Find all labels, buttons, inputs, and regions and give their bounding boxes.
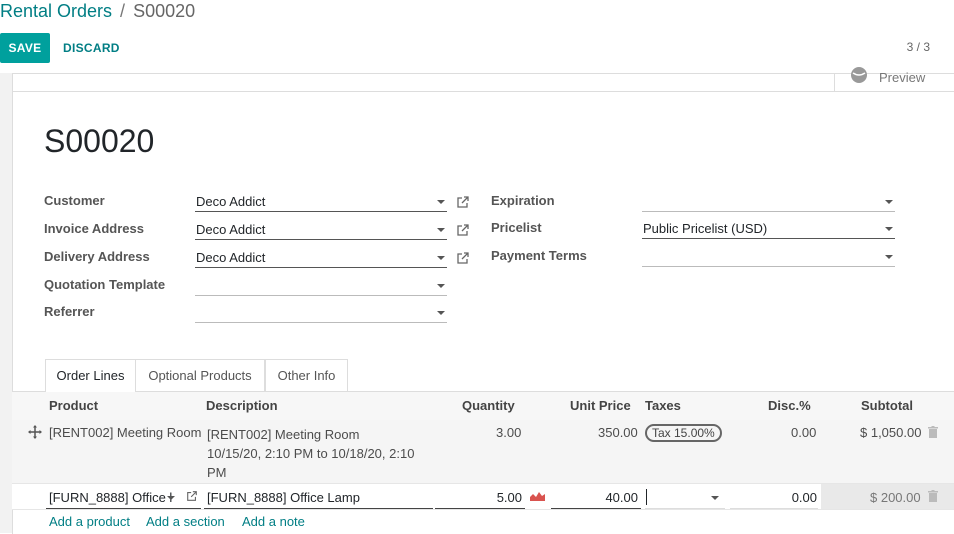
tax-badge: Tax 15.00% bbox=[645, 424, 722, 442]
taxes-input[interactable] bbox=[645, 486, 725, 509]
tab-optional-products[interactable]: Optional Products bbox=[136, 359, 265, 391]
chevron-down-icon bbox=[437, 311, 445, 315]
chevron-down-icon bbox=[885, 227, 893, 231]
quantity-input[interactable]: 5.00 bbox=[435, 486, 525, 509]
quantity-input-value: 5.00 bbox=[496, 490, 522, 505]
breadcrumb-rental-orders-link[interactable]: Rental Orders bbox=[0, 1, 112, 21]
referrer-label: Referrer bbox=[44, 304, 95, 319]
row-unit-price: 350.00 bbox=[598, 425, 638, 440]
trash-icon[interactable] bbox=[928, 490, 938, 502]
expiration-field[interactable] bbox=[642, 193, 895, 212]
record-title: S00020 bbox=[44, 123, 155, 159]
expiration-label: Expiration bbox=[491, 193, 555, 208]
invoice-address-field[interactable]: Deco Addict bbox=[195, 221, 447, 240]
text-cursor bbox=[646, 489, 647, 505]
column-header-discount[interactable]: Disc.% bbox=[768, 398, 811, 413]
statusbar-divider bbox=[12, 91, 954, 92]
column-header-subtotal[interactable]: Subtotal bbox=[861, 398, 913, 413]
payment-terms-label: Payment Terms bbox=[491, 248, 587, 263]
quotation-template-field[interactable] bbox=[195, 277, 447, 296]
delivery-address-value: Deco Addict bbox=[196, 250, 266, 265]
row-product: [RENT002] Meeting Room bbox=[49, 425, 202, 440]
forecast-chart-icon[interactable] bbox=[530, 489, 545, 501]
column-header-description[interactable]: Description bbox=[206, 398, 278, 413]
chevron-down-icon bbox=[437, 284, 445, 288]
add-product-link[interactable]: Add a product bbox=[49, 514, 130, 529]
tab-order-lines[interactable]: Order Lines bbox=[45, 359, 136, 392]
customer-value: Deco Addict bbox=[196, 194, 266, 209]
breadcrumb: Rental Orders / S00020 bbox=[0, 0, 195, 22]
globe-icon bbox=[851, 67, 867, 83]
invoice-address-value: Deco Addict bbox=[196, 222, 266, 237]
chevron-down-icon bbox=[437, 256, 445, 260]
external-link-icon[interactable] bbox=[186, 490, 198, 502]
pager-value[interactable]: 3 / 3 bbox=[907, 40, 930, 54]
customer-field[interactable]: Deco Addict bbox=[195, 193, 447, 212]
breadcrumb-current: S00020 bbox=[133, 1, 196, 21]
delivery-address-field[interactable]: Deco Addict bbox=[195, 249, 447, 268]
row-subtotal: $ 1,050.00 bbox=[860, 425, 922, 440]
unit-price-input[interactable]: 40.00 bbox=[551, 486, 641, 509]
discount-input[interactable]: 0.00 bbox=[730, 486, 818, 509]
customer-label: Customer bbox=[44, 193, 105, 208]
pricelist-value: Public Pricelist (USD) bbox=[643, 221, 768, 236]
add-note-link[interactable]: Add a note bbox=[242, 514, 305, 529]
description-input-value: [FURN_8888] Office Lamp bbox=[207, 490, 360, 505]
row-description-line: PM bbox=[207, 465, 227, 480]
pricelist-label: Pricelist bbox=[491, 220, 542, 235]
chevron-down-icon bbox=[437, 228, 445, 232]
discount-input-value: 0.00 bbox=[791, 490, 817, 505]
product-input[interactable]: [FURN_8888] Office l bbox=[46, 486, 201, 509]
chevron-down-icon bbox=[885, 255, 893, 259]
chevron-down-icon bbox=[885, 200, 893, 204]
column-header-product[interactable]: Product bbox=[49, 398, 98, 413]
chevron-down-icon bbox=[711, 496, 719, 500]
trash-icon[interactable] bbox=[928, 426, 938, 438]
referrer-field[interactable] bbox=[195, 304, 447, 323]
row-description: [RENT002] Meeting Room 10/15/20, 2:10 PM… bbox=[207, 425, 437, 482]
row-subtotal: $ 200.00 bbox=[870, 490, 921, 505]
chevron-down-icon bbox=[437, 200, 445, 204]
product-input-value: [FURN_8888] Office l bbox=[49, 490, 173, 505]
chevron-down-icon bbox=[167, 496, 175, 500]
external-link-icon[interactable] bbox=[456, 223, 470, 237]
row-description-line: [RENT002] Meeting Room bbox=[207, 427, 360, 442]
drag-handle-icon[interactable] bbox=[28, 425, 42, 439]
discard-button[interactable]: DISCARD bbox=[63, 33, 120, 63]
tab-other-info[interactable]: Other Info bbox=[265, 359, 348, 391]
add-section-link[interactable]: Add a section bbox=[146, 514, 225, 529]
external-link-icon[interactable] bbox=[456, 251, 470, 265]
description-input[interactable]: [FURN_8888] Office Lamp bbox=[204, 486, 433, 509]
row-quantity: 3.00 bbox=[496, 425, 522, 440]
invoice-address-label: Invoice Address bbox=[44, 221, 144, 236]
quotation-template-label: Quotation Template bbox=[44, 277, 166, 292]
pricelist-field[interactable]: Public Pricelist (USD) bbox=[642, 220, 895, 239]
unit-price-input-value: 40.00 bbox=[605, 490, 638, 505]
breadcrumb-separator: / bbox=[120, 1, 126, 21]
row-discount: 0.00 bbox=[791, 425, 817, 440]
column-header-quantity[interactable]: Quantity bbox=[462, 398, 515, 413]
delivery-address-label: Delivery Address bbox=[44, 249, 150, 264]
save-button[interactable]: SAVE bbox=[0, 33, 50, 63]
column-header-unit-price[interactable]: Unit Price bbox=[570, 398, 631, 413]
column-header-taxes[interactable]: Taxes bbox=[645, 398, 681, 413]
preview-label[interactable]: Preview bbox=[879, 70, 925, 85]
row-description-line: 10/15/20, 2:10 PM to 10/18/20, 2:10 bbox=[207, 446, 415, 461]
external-link-icon[interactable] bbox=[456, 195, 470, 209]
payment-terms-field[interactable] bbox=[642, 248, 895, 267]
